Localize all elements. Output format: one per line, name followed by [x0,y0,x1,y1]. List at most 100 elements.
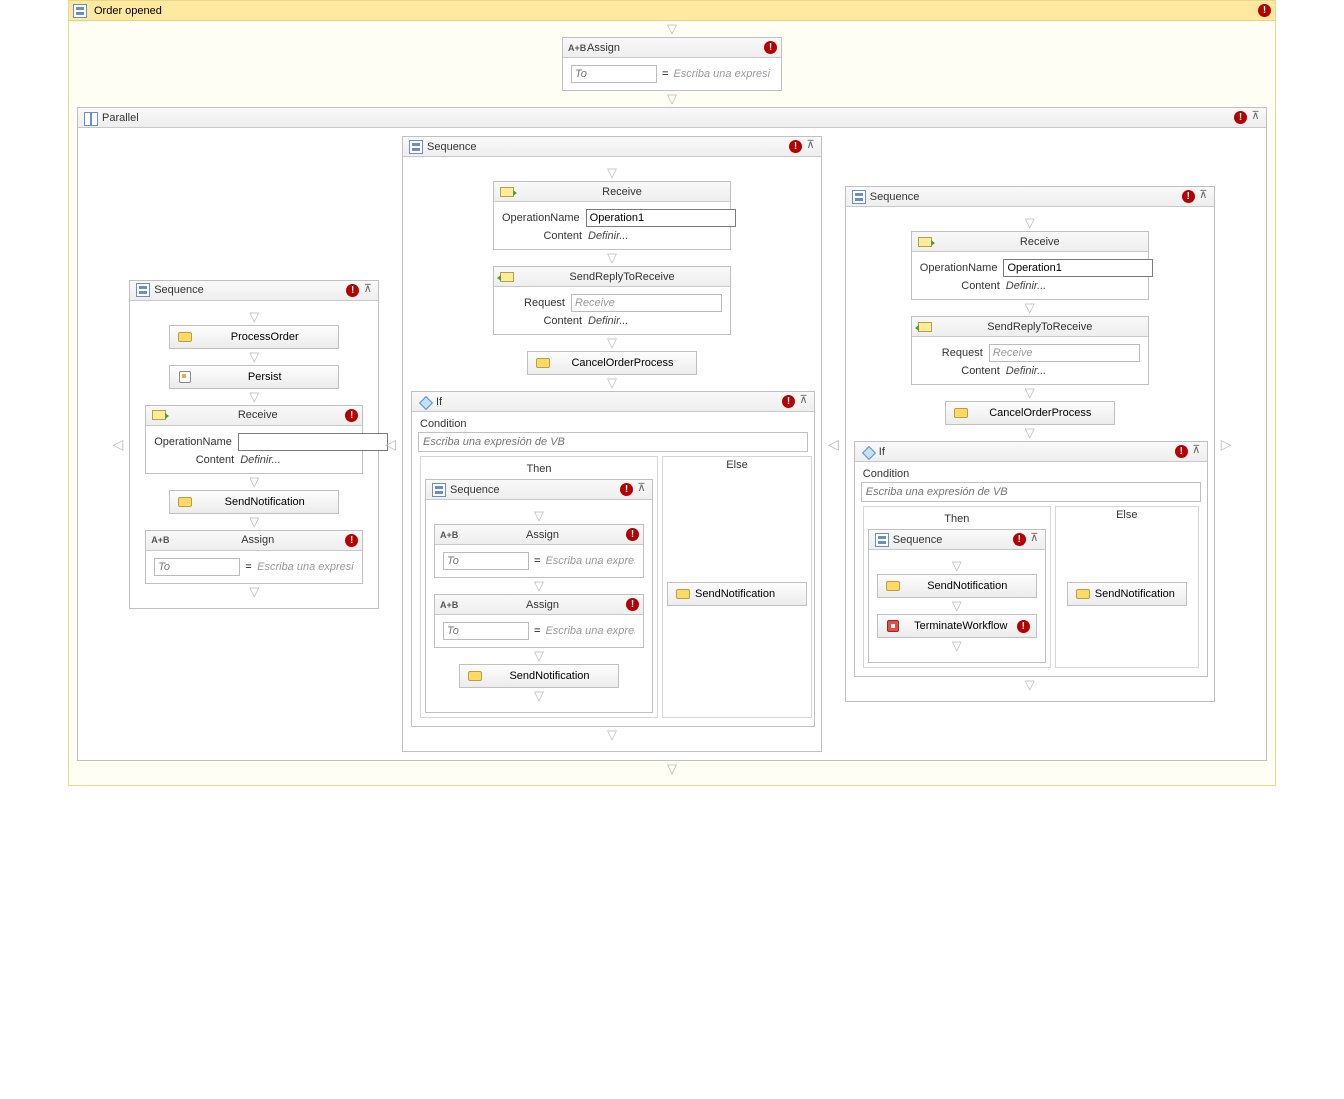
operation-name-input[interactable] [238,433,388,451]
send-notification-activity[interactable]: SendNotification [459,664,619,688]
send-notification-activity[interactable]: SendNotification [667,582,807,606]
operation-name-input[interactable] [1003,259,1153,277]
receive-icon [152,410,166,420]
error-icon[interactable]: ! [764,41,777,54]
receive-activity[interactable]: Receive OperationName ContentDefinir... [911,231,1149,300]
connector-arrow: ▽ [69,21,1275,37]
collapse-icon[interactable]: ⊼ [797,395,810,408]
content-label: Content [154,454,240,466]
persist-activity[interactable]: Persist [169,365,339,389]
error-icon[interactable]: ! [1175,445,1188,458]
connector-arrow: ▽ [138,514,370,530]
operation-name-input[interactable] [586,209,736,227]
sequence-activity[interactable]: Sequence ! ⊼ ▽ [425,479,653,713]
connector-arrow: ▽ [411,335,813,351]
connector-arrow: ▽ [411,165,813,181]
error-icon[interactable]: ! [1234,111,1247,124]
assign-icon: A+B [151,534,167,546]
content-define-link[interactable]: Definir... [588,315,722,327]
branch-drop[interactable]: ◁ [824,436,843,453]
if-activity[interactable]: If ! ⊼ Condition Then [854,441,1208,677]
assign-activity[interactable]: A+B Assign ! =Escriba una expresi [434,524,644,578]
if-icon [861,445,875,459]
assign-activity[interactable]: A+B Assign ! = Escriba una expresi [145,530,363,584]
activity-icon [178,497,192,507]
send-reply-activity[interactable]: SendReplyToReceive Request ContentDefini… [911,316,1149,385]
error-icon[interactable]: ! [345,409,358,422]
collapse-icon[interactable]: ⊼ [1197,190,1210,203]
then-label: Then [425,461,653,479]
root-header[interactable]: Order opened ! [69,1,1275,21]
error-icon[interactable]: ! [626,598,639,611]
error-icon[interactable]: ! [1013,533,1026,546]
condition-input[interactable] [861,482,1201,502]
collapse-icon[interactable]: ⊼ [635,483,648,496]
send-notification-activity[interactable]: SendNotification [877,574,1037,598]
terminate-workflow-activity[interactable]: TerminateWorkflow ! [877,614,1037,638]
connector-arrow: ▽ [138,474,370,490]
error-icon[interactable]: ! [346,284,359,297]
request-input[interactable] [571,294,722,312]
send-notification-activity[interactable]: SendNotification [169,490,339,514]
content-define-link[interactable]: Definir... [1006,280,1140,292]
connector-arrow: ▽ [411,250,813,266]
collapse-icon[interactable]: ⊼ [804,140,817,153]
request-input[interactable] [989,344,1140,362]
error-icon[interactable]: ! [782,395,795,408]
cancel-order-activity[interactable]: CancelOrderProcess [945,401,1115,425]
collapse-icon[interactable]: ⊼ [1028,533,1041,546]
activity-icon [178,332,192,342]
collapse-icon[interactable]: ⊼ [361,284,374,297]
then-label: Then [868,511,1046,529]
persist-icon [179,371,191,383]
content-define-link[interactable]: Definir... [1006,365,1140,377]
parallel-activity[interactable]: Parallel ! ⊼ ◁ Sequence ! ⊼ [77,107,1267,761]
sequence-activity[interactable]: Sequence ! ⊼ ▽ Receive [402,136,822,752]
terminate-icon [887,620,899,632]
assign-expr-hint[interactable]: Escriba una expresi [257,561,355,573]
assign-icon: A+B [440,599,456,611]
receive-icon [918,237,932,247]
sequence-icon [852,190,866,204]
workflow-root[interactable]: Order opened ! ▽ A+B Assign ! = Escriba … [68,0,1276,786]
branch-drop-left[interactable]: ◁ [108,436,127,453]
error-icon[interactable]: ! [345,534,358,547]
assign-expr-hint[interactable]: Escriba una expresi [673,68,773,80]
assign-to-input[interactable] [154,558,240,576]
sequence-activity[interactable]: Sequence ! ⊼ ▽ ProcessOrder ▽ [129,280,379,609]
branch-drop-right[interactable]: ▷ [1217,436,1236,453]
assign-activity[interactable]: A+B Assign ! =Escriba una expresi [434,594,644,648]
sequence-activity[interactable]: Sequence ! ⊼ ▽ [868,529,1046,663]
collapse-icon[interactable]: ⊼ [1190,445,1203,458]
assign-to-input[interactable] [571,65,657,83]
error-icon[interactable]: ! [789,140,802,153]
error-icon[interactable]: ! [1017,620,1030,633]
error-icon[interactable]: ! [626,528,639,541]
receive-activity[interactable]: Receive ! OperationName Conten [145,405,363,474]
error-icon[interactable]: ! [1258,4,1271,17]
content-define-link[interactable]: Definir... [588,230,722,242]
condition-label: Condition [418,416,808,432]
activity-icon [676,589,690,599]
receive-activity[interactable]: Receive OperationName ContentDefinir... [493,181,731,250]
activity-icon [886,581,900,591]
send-notification-activity[interactable]: SendNotification [1067,582,1187,606]
error-icon[interactable]: ! [1182,190,1195,203]
assign-icon: A+B [568,42,584,54]
receive-icon [500,187,514,197]
content-define-link[interactable]: Definir... [240,454,354,466]
cancel-order-activity[interactable]: CancelOrderProcess [527,351,697,375]
branch-drop[interactable]: ◁ [381,436,400,453]
assign-to-input[interactable] [443,622,529,640]
send-reply-activity[interactable]: SendReplyToReceive Request ContentDefini… [493,266,731,335]
assign-activity[interactable]: A+B Assign ! = Escriba una expresi [562,37,782,91]
connector-arrow: ▽ [138,349,370,365]
connector-arrow: ▽ [411,375,813,391]
assign-to-input[interactable] [443,552,529,570]
process-order-activity[interactable]: ProcessOrder [169,325,339,349]
sequence-activity[interactable]: Sequence ! ⊼ ▽ Receive [845,186,1215,702]
error-icon[interactable]: ! [620,483,633,496]
collapse-icon[interactable]: ⊼ [1249,111,1262,124]
if-activity[interactable]: If ! ⊼ Condition Then [411,391,815,727]
condition-input[interactable] [418,432,808,452]
